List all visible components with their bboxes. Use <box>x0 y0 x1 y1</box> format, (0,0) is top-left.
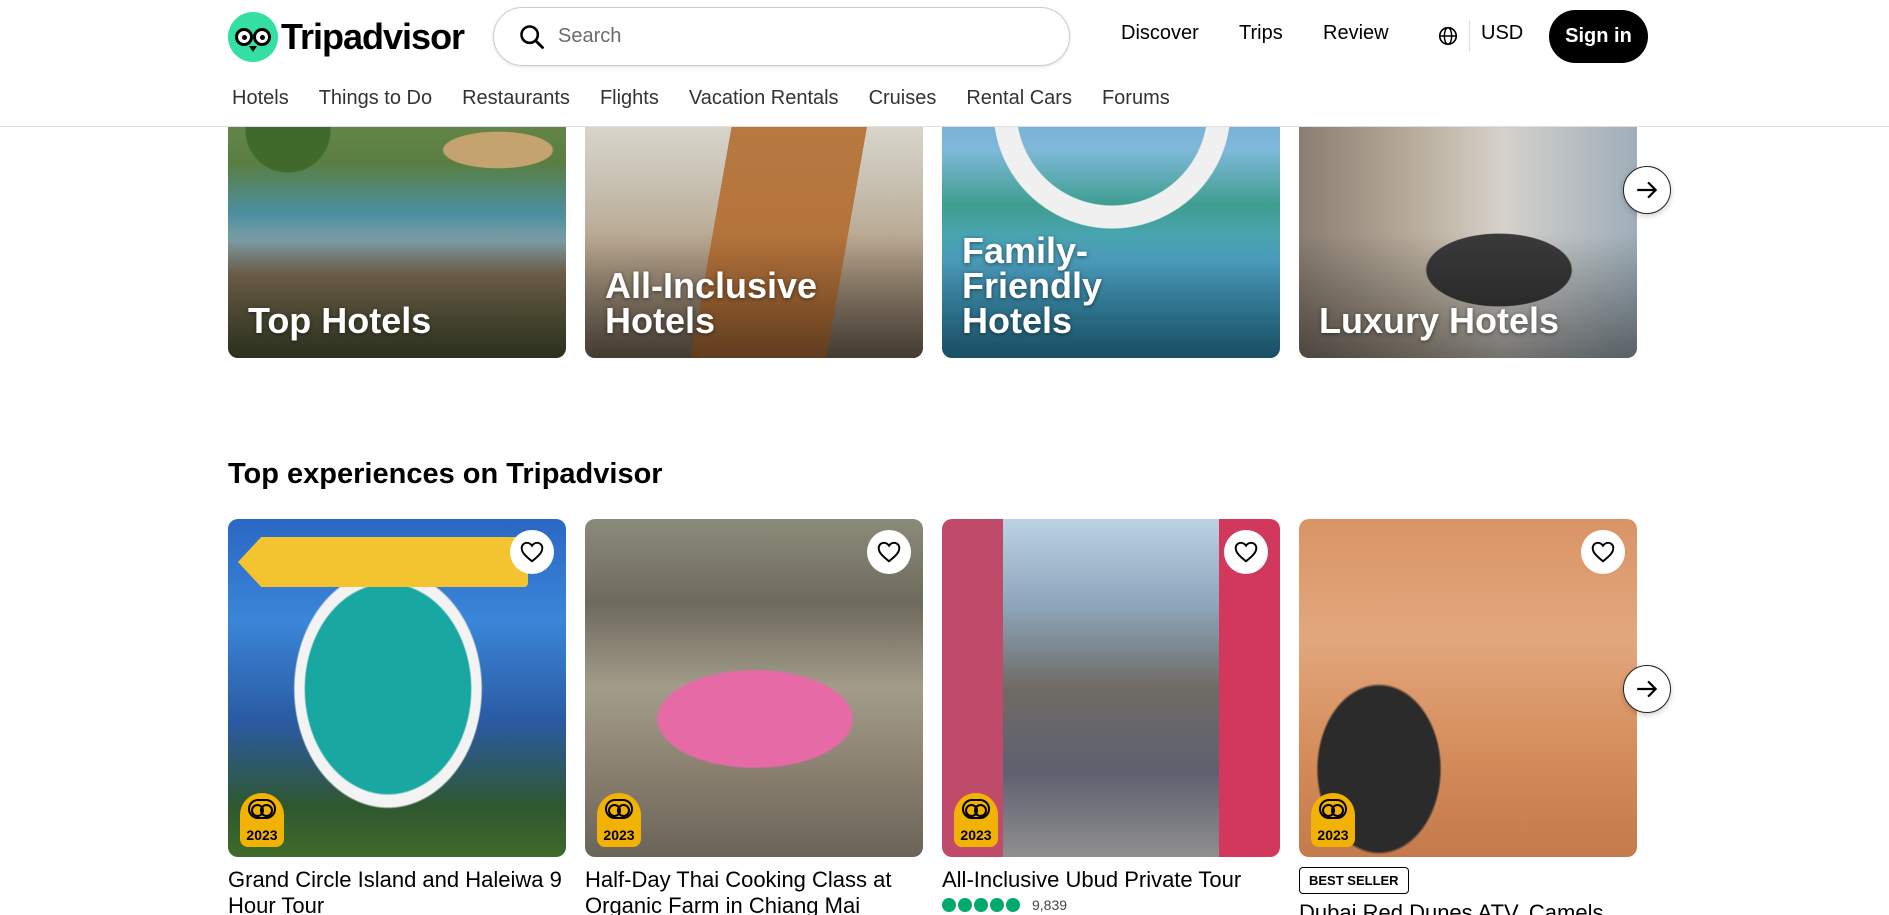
experience-title[interactable]: Dubai Red Dunes ATV, Camels <box>1299 900 1637 915</box>
nav-discover[interactable]: Discover <box>1121 22 1199 45</box>
save-button[interactable] <box>1224 530 1268 574</box>
experience-image[interactable]: 2023 <box>942 519 1280 857</box>
rating-bubble-icon <box>1006 898 1020 912</box>
categories-next-button[interactable] <box>1623 166 1671 214</box>
experience-card[interactable]: 2023 Half-Day Thai Cooking Class at Orga… <box>585 519 923 915</box>
nav-review[interactable]: Review <box>1323 22 1389 45</box>
owl-award-icon <box>1319 799 1347 819</box>
owl-award-icon <box>248 799 276 819</box>
currency-selector[interactable]: USD <box>1481 22 1523 45</box>
save-button[interactable] <box>867 530 911 574</box>
nav-trips[interactable]: Trips <box>1239 22 1283 45</box>
language-selector[interactable] <box>1437 22 1463 50</box>
subnav-rental-cars[interactable]: Rental Cars <box>966 87 1072 110</box>
experience-card[interactable]: 2023 All-Inclusive Ubud Private Tour 9,8… <box>942 519 1280 913</box>
rating-bubbles: 9,839 <box>942 897 1280 913</box>
subnav-forums[interactable]: Forums <box>1102 87 1170 110</box>
best-seller-badge: BEST SELLER <box>1299 867 1409 894</box>
travelers-choice-badge: 2023 <box>597 793 641 847</box>
brand-name: Tripadvisor <box>281 16 465 57</box>
category-label: All-Inclusive Hotels <box>605 265 818 341</box>
subnav-things-to-do[interactable]: Things to Do <box>319 87 432 110</box>
review-count[interactable]: 9,839 <box>1032 897 1067 913</box>
save-button[interactable] <box>510 530 554 574</box>
search-input[interactable] <box>558 25 1038 48</box>
subnav-restaurants[interactable]: Restaurants <box>462 87 570 110</box>
rating-bubble-icon <box>958 898 972 912</box>
owl-award-icon <box>962 799 990 819</box>
experience-image[interactable]: 2023 <box>228 519 566 857</box>
experience-card[interactable]: 2023 Grand Circle Island and Haleiwa 9 H… <box>228 519 566 915</box>
experience-image[interactable]: 2023 <box>1299 519 1637 857</box>
heart-icon <box>1591 541 1615 563</box>
subnav-vacation-rentals[interactable]: Vacation Rentals <box>689 87 839 110</box>
search-icon <box>520 24 544 49</box>
sign-in-button[interactable]: Sign in <box>1549 10 1648 63</box>
subnav-hotels[interactable]: Hotels <box>232 87 289 110</box>
arrow-right-icon <box>1637 181 1658 199</box>
experiences-next-button[interactable] <box>1623 665 1671 713</box>
experience-title[interactable]: Grand Circle Island and Haleiwa 9 Hour T… <box>228 867 566 915</box>
experience-title[interactable]: All-Inclusive Ubud Private Tour <box>942 867 1280 893</box>
arrow-right-icon <box>1637 680 1658 698</box>
travelers-choice-badge: 2023 <box>954 793 998 847</box>
rating-bubble-icon <box>942 898 956 912</box>
section-title: Top experiences on Tripadvisor <box>228 458 663 490</box>
subnav-flights[interactable]: Flights <box>600 87 659 110</box>
heart-icon <box>520 541 544 563</box>
experience-card[interactable]: 2023 BEST SELLER Dubai Red Dunes ATV, Ca… <box>1299 519 1637 915</box>
globe-icon <box>1438 26 1458 46</box>
category-label: Family-Friendly Hotels <box>962 230 1103 341</box>
owl-logo-icon <box>228 12 278 62</box>
heart-icon <box>877 541 901 563</box>
subnav-cruises[interactable]: Cruises <box>869 87 937 110</box>
travelers-choice-badge: 2023 <box>240 793 284 847</box>
search-bar[interactable] <box>493 7 1070 66</box>
category-nav: Hotels Things to Do Restaurants Flights … <box>232 87 1200 110</box>
site-header: Tripadvisor Discover Trips Review USD Si… <box>0 0 1889 127</box>
heart-icon <box>1234 541 1258 563</box>
category-label: Luxury Hotels <box>1319 300 1560 341</box>
owl-award-icon <box>605 799 633 819</box>
experience-title[interactable]: Half-Day Thai Cooking Class at Organic F… <box>585 867 923 915</box>
save-button[interactable] <box>1581 530 1625 574</box>
rating-bubble-icon <box>974 898 988 912</box>
currency-divider <box>1469 20 1470 52</box>
category-label: Top Hotels <box>248 300 432 341</box>
experience-image[interactable]: 2023 <box>585 519 923 857</box>
tripadvisor-logo[interactable]: Tripadvisor <box>228 12 465 62</box>
travelers-choice-badge: 2023 <box>1311 793 1355 847</box>
rating-bubble-icon <box>990 898 1004 912</box>
banner-sign <box>238 537 528 587</box>
